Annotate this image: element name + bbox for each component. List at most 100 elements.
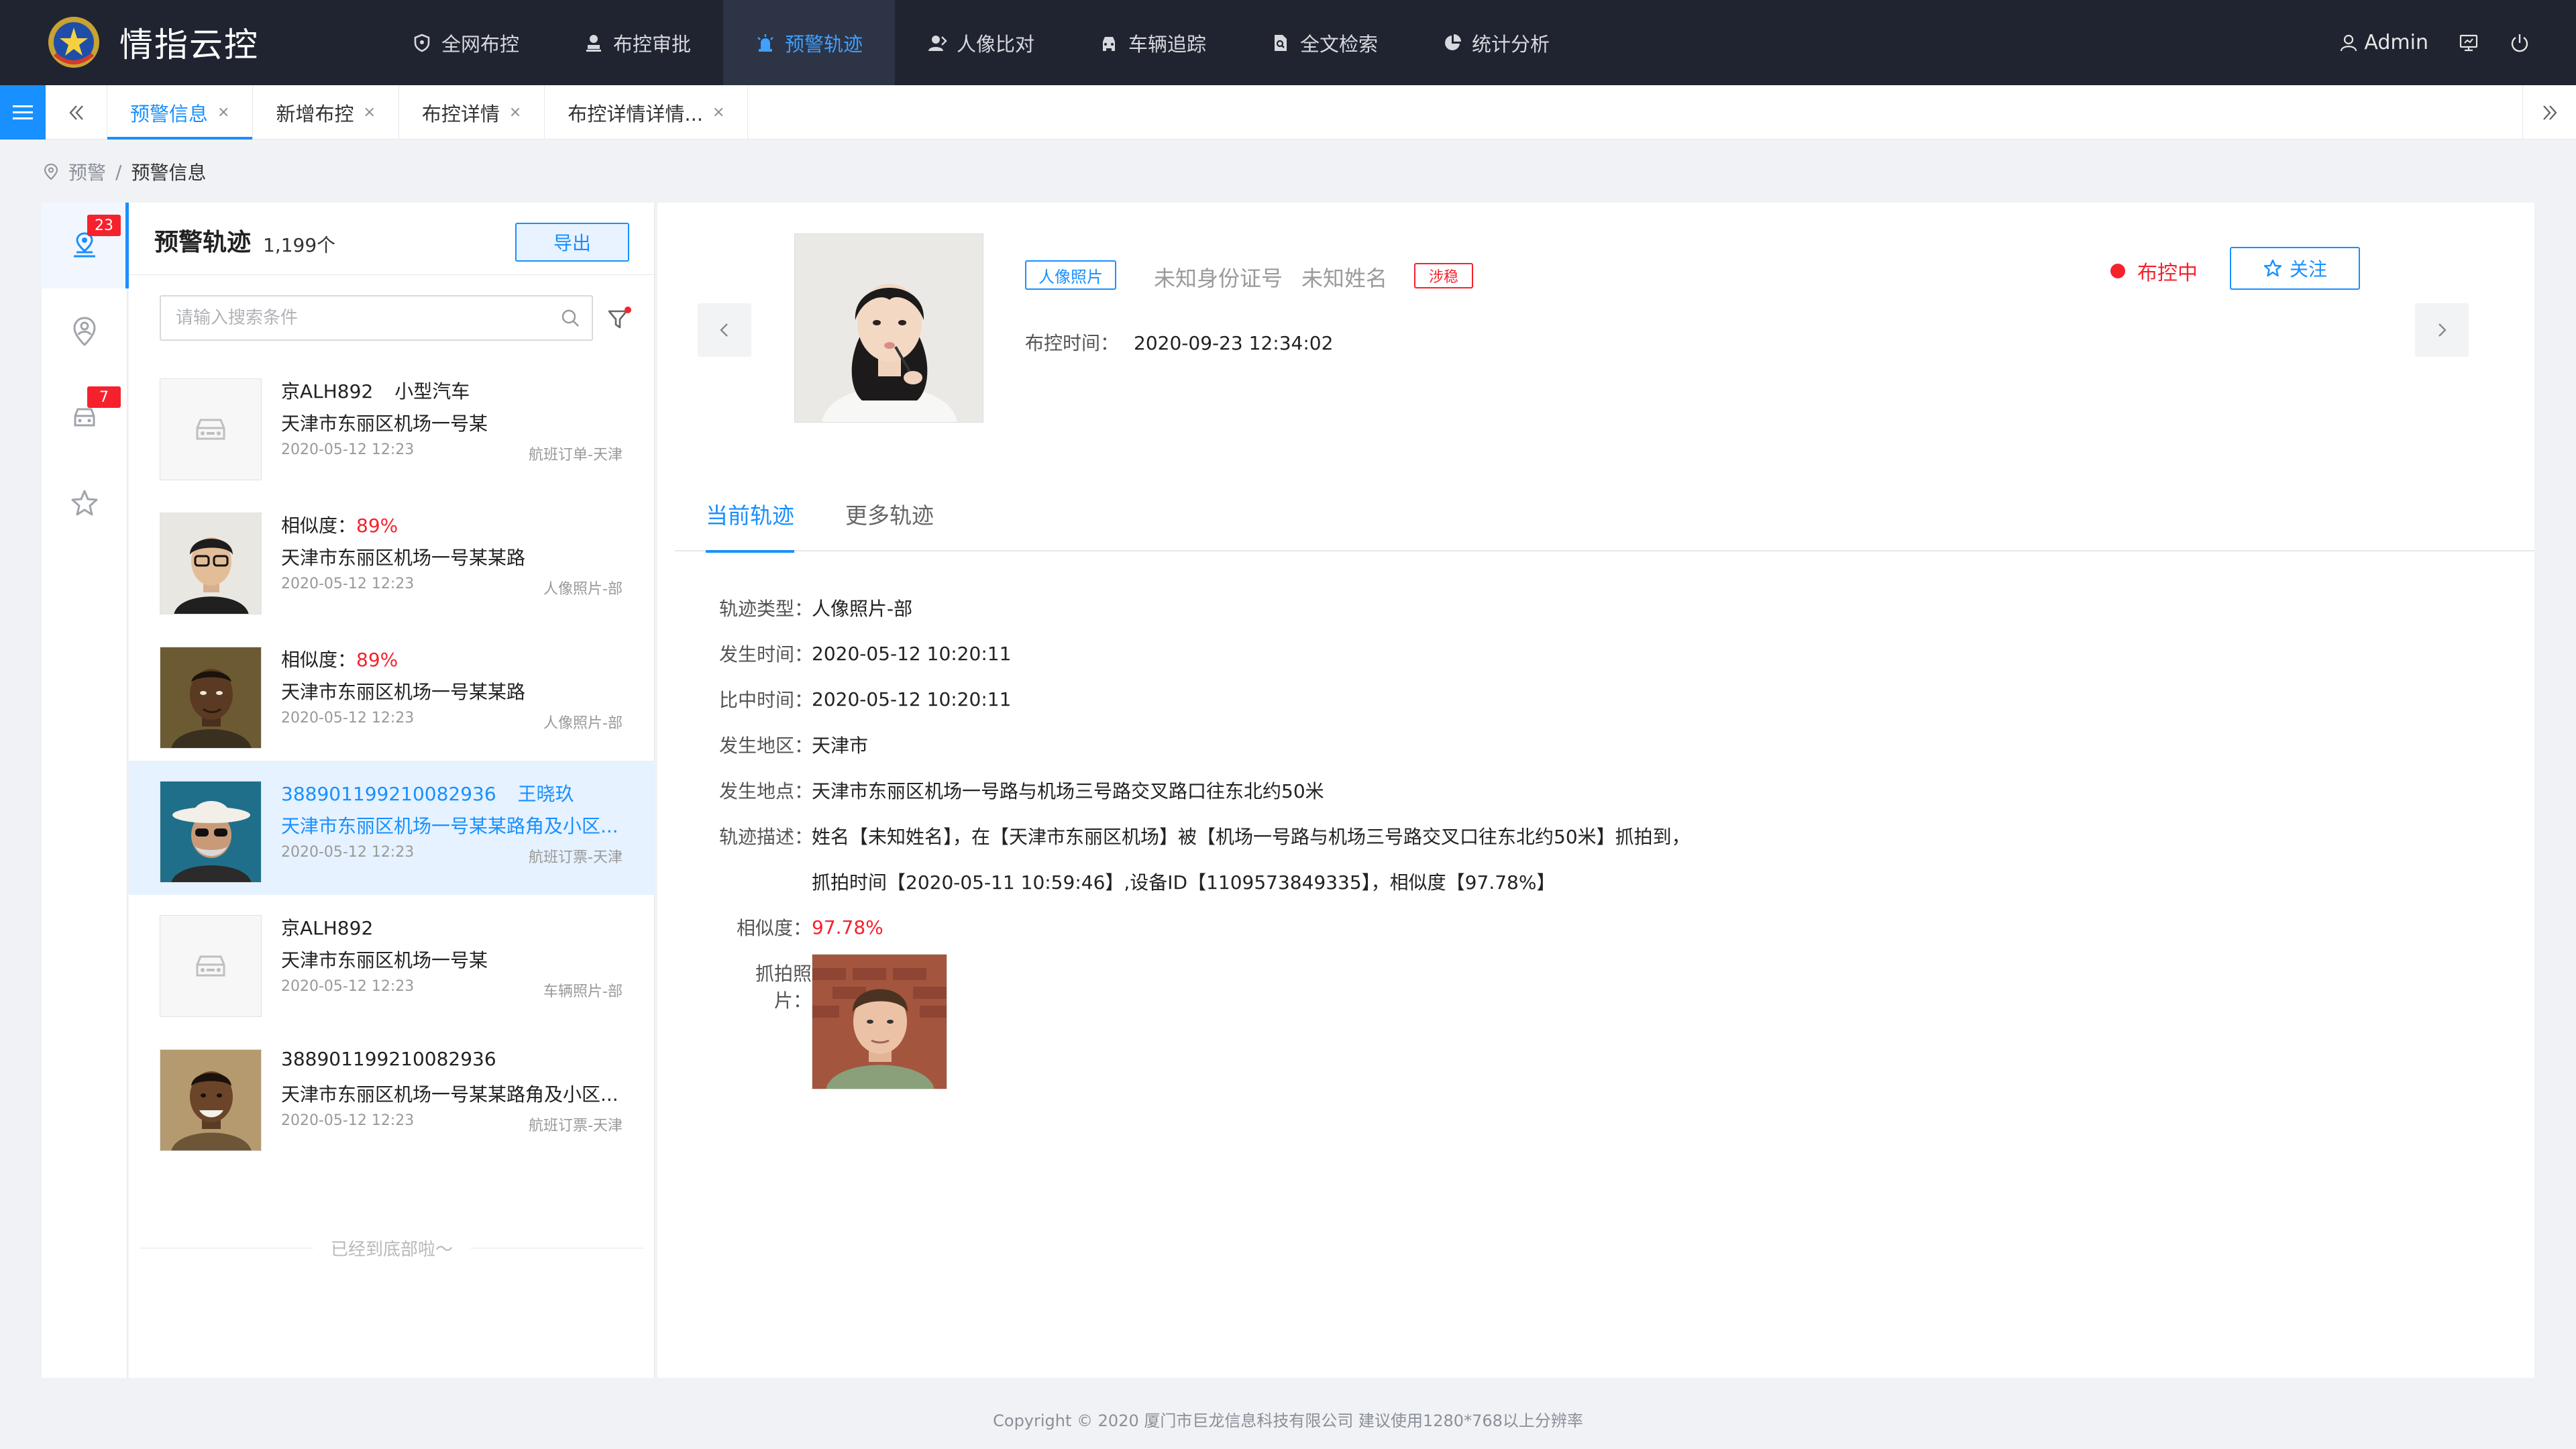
item-source: 车辆照片-部 bbox=[543, 983, 623, 1000]
nav-item-statistics[interactable]: 统计分析 bbox=[1410, 0, 1582, 85]
tab-control-detail[interactable]: 布控详情 × bbox=[399, 85, 545, 140]
close-icon[interactable]: × bbox=[217, 104, 229, 121]
copyright-text: Copyright © 2020 厦门市巨龙信息科技有限公司 建议使用1280*… bbox=[993, 1411, 1583, 1430]
page-tabs: 预警信息 × 新增布控 × 布控详情 × 布控详情详情... × bbox=[107, 85, 749, 140]
field-track-type: 轨迹类型： 人像照片-部 bbox=[719, 585, 1690, 631]
shield-icon bbox=[414, 34, 430, 52]
field-label: 相似度： bbox=[736, 917, 812, 939]
export-button[interactable]: 导出 bbox=[515, 223, 629, 262]
field-label: 发生地区： bbox=[719, 735, 814, 757]
field-value: 97.78% bbox=[812, 916, 883, 938]
list-item[interactable]: 京ALH892 天津市东丽区机场一号某 2020-05-12 12:23 车辆照… bbox=[129, 895, 655, 1029]
control-time-value: 2020-09-23 12:34:02 bbox=[1134, 332, 1334, 354]
close-icon[interactable]: × bbox=[712, 104, 724, 121]
police-emblem-icon bbox=[46, 14, 102, 70]
target-portrait bbox=[794, 233, 983, 423]
search-icon bbox=[561, 309, 579, 327]
tab-new-control[interactable]: 新增布控 × bbox=[253, 85, 399, 140]
id-number: 388901199210082936 bbox=[281, 1048, 496, 1070]
nav-item-control-approval[interactable]: 布控审批 bbox=[551, 0, 723, 85]
tab-current-track[interactable]: 当前轨迹 bbox=[706, 498, 794, 553]
field-location: 发生地点： 天津市东丽区机场一号路与机场三号路交叉路口往东北约50米 bbox=[719, 767, 1690, 813]
previous-button[interactable] bbox=[698, 303, 751, 357]
rail-item-favorites[interactable] bbox=[42, 460, 127, 546]
vehicle-count-badge: 7 bbox=[87, 386, 121, 408]
follow-label: 关注 bbox=[2289, 258, 2327, 280]
list-item-selected[interactable]: 388901199210082936 王晓玖 天津市东丽区机场一号某某路角及小区.… bbox=[129, 761, 655, 895]
star-icon bbox=[2263, 259, 2282, 277]
plate-number: 京ALH892 bbox=[281, 917, 374, 939]
rail-item-vehicles[interactable]: 7 bbox=[42, 374, 127, 460]
pie-chart-icon bbox=[1445, 34, 1461, 50]
vehicle-type: 小型汽车 bbox=[394, 380, 470, 402]
identity-info: 未知身份证号 未知姓名 bbox=[1154, 262, 1387, 292]
double-chevron-left-icon bbox=[68, 105, 83, 120]
face-thumbnail bbox=[160, 781, 262, 883]
list-item[interactable]: 京ALH892 小型汽车 天津市东丽区机场一号某 2020-05-12 12:23… bbox=[129, 358, 655, 492]
id-number: 388901199210082936 bbox=[281, 783, 496, 805]
vehicle-placeholder-image bbox=[160, 378, 262, 480]
detail-panel: 人像照片 未知身份证号 未知姓名 涉稳 布控时间： 2020-09-23 12:34… bbox=[657, 203, 2534, 1378]
user-name: Admin bbox=[2364, 31, 2428, 54]
item-time: 2020-05-12 12:23 bbox=[281, 978, 415, 995]
file-search-icon bbox=[1274, 34, 1287, 51]
list-item[interactable]: 相似度：89% 天津市东丽区机场一号某某路 2020-05-12 12:23 人… bbox=[129, 627, 655, 761]
tabs-scroll-left-button[interactable] bbox=[46, 85, 107, 140]
rail-item-alerts[interactable]: 23 bbox=[42, 203, 129, 288]
nav-item-alert-track[interactable]: 预警轨迹 bbox=[723, 0, 895, 85]
item-source: 人像照片-部 bbox=[543, 581, 623, 598]
nav-item-vehicle-tracking[interactable]: 车辆追踪 bbox=[1067, 0, 1238, 85]
similarity-label: 相似度： bbox=[281, 515, 357, 537]
close-icon[interactable]: × bbox=[509, 104, 521, 121]
field-value: 2020-05-12 10:20:11 bbox=[812, 642, 1012, 665]
status-dot-icon bbox=[2110, 264, 2125, 278]
close-icon[interactable]: × bbox=[363, 104, 375, 121]
tab-bar: 预警信息 × 新增布控 × 布控详情 × 布控详情详情... × bbox=[0, 85, 2576, 140]
car-icon bbox=[196, 955, 225, 977]
rail-item-persons[interactable] bbox=[42, 288, 127, 374]
menu-icon bbox=[13, 105, 33, 119]
list-item[interactable]: 相似度：89% 天津市东丽区机场一号某某路 2020-05-12 12:23 人… bbox=[129, 492, 655, 627]
user-icon bbox=[2341, 34, 2357, 51]
search-input[interactable] bbox=[161, 298, 549, 338]
similarity-value: 89% bbox=[356, 649, 398, 671]
capture-photo[interactable] bbox=[812, 954, 947, 1089]
item-title: 388901199210082936 bbox=[281, 1048, 496, 1070]
similarity-label: 相似度： bbox=[281, 649, 357, 671]
list-title: 预警轨迹 bbox=[154, 229, 252, 256]
follow-button[interactable]: 关注 bbox=[2230, 247, 2360, 290]
field-label: 轨迹描述： bbox=[719, 826, 814, 848]
monitor-icon[interactable] bbox=[2458, 32, 2479, 54]
nav-item-face-compare[interactable]: 人像比对 bbox=[895, 0, 1067, 85]
brand[interactable]: 情指云控 bbox=[46, 15, 259, 70]
nav-item-network-control[interactable]: 全网布控 bbox=[380, 0, 551, 85]
alert-track-list: 京ALH892 小型汽车 天津市东丽区机场一号某 2020-05-12 12:23… bbox=[129, 358, 655, 1163]
tab-more-tracks[interactable]: 更多轨迹 bbox=[845, 498, 934, 551]
menu-toggle-button[interactable] bbox=[0, 85, 46, 140]
item-time: 2020-05-12 12:23 bbox=[281, 844, 415, 861]
next-button[interactable] bbox=[2415, 303, 2469, 357]
item-time: 2020-05-12 12:23 bbox=[281, 1112, 415, 1129]
power-icon[interactable] bbox=[2509, 32, 2530, 54]
item-source: 人像照片-部 bbox=[543, 715, 623, 732]
nav-item-full-text-search[interactable]: 全文检索 bbox=[1238, 0, 1410, 85]
nav-label: 人像比对 bbox=[956, 32, 1034, 56]
car-icon bbox=[196, 419, 225, 440]
tabs-scroll-right-button[interactable] bbox=[2522, 85, 2576, 140]
breadcrumb-root[interactable]: 预警 bbox=[68, 158, 106, 185]
filter-button[interactable] bbox=[605, 305, 635, 334]
tab-alert-info[interactable]: 预警信息 × bbox=[107, 85, 254, 140]
item-time: 2020-05-12 12:23 bbox=[281, 441, 415, 458]
user-stamp-icon bbox=[586, 34, 601, 52]
list-header: 预警轨迹 1,199个 导出 bbox=[129, 203, 655, 275]
item-source: 航班订单-天津 bbox=[529, 447, 623, 464]
tab-control-detail-more[interactable]: 布控详情详情... × bbox=[545, 85, 749, 140]
tab-label: 预警信息 bbox=[130, 102, 209, 125]
search-button[interactable] bbox=[549, 297, 592, 339]
chevron-right-icon bbox=[2438, 323, 2447, 337]
category-rail: 23 7 bbox=[42, 203, 129, 1378]
item-location: 天津市东丽区机场一号某 bbox=[281, 413, 488, 435]
filter-icon bbox=[608, 307, 631, 329]
user-menu[interactable]: Admin bbox=[2339, 31, 2428, 54]
list-item[interactable]: 388901199210082936 天津市东丽区机场一号某某路角及小区... … bbox=[129, 1029, 655, 1163]
